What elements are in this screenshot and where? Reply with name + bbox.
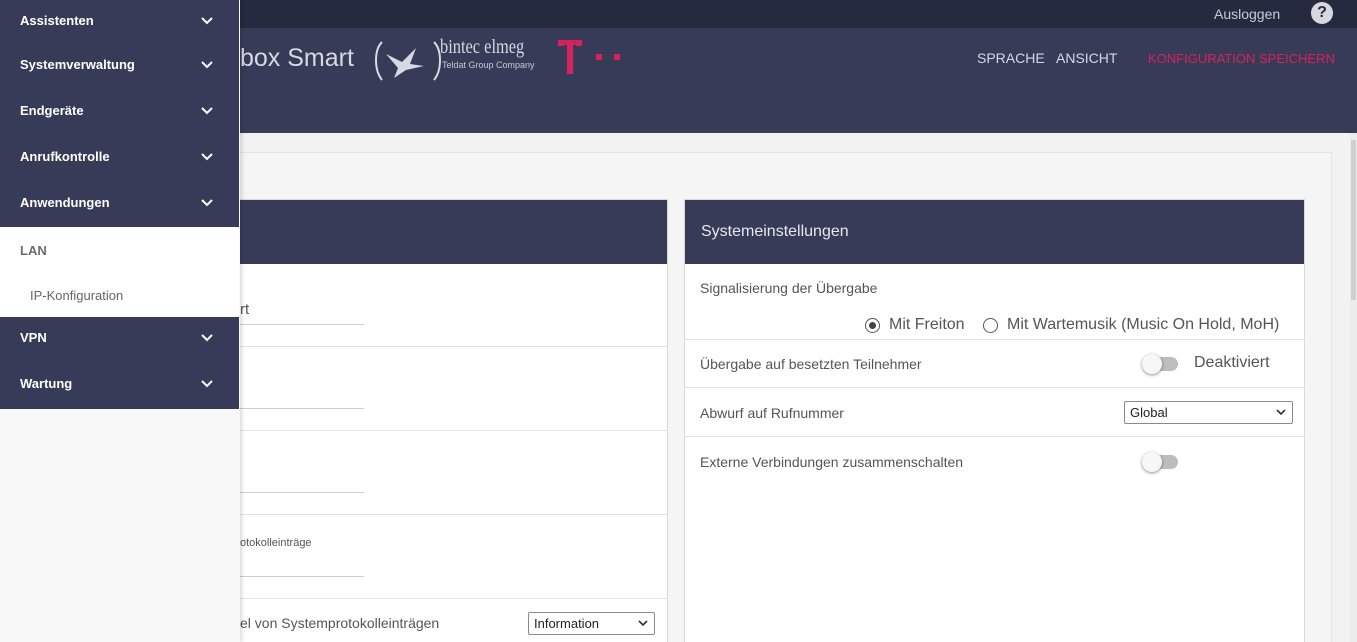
sidebar-item-label: Endgeräte: [20, 103, 84, 118]
bird-logo-icon: [375, 41, 441, 81]
help-icon[interactable]: ?: [1311, 2, 1333, 24]
field-underline: [240, 492, 364, 493]
field-underline: [240, 408, 364, 409]
product-name: box Smart: [240, 44, 354, 72]
chevron-down-icon: [201, 199, 213, 207]
brand-name: bintec elmeg: [440, 36, 525, 58]
save-configuration-button[interactable]: KONFIGURATION SPEICHERN: [1148, 51, 1335, 66]
sidebar-item-endgeraete[interactable]: Endgeräte: [0, 90, 239, 136]
busy-transfer-label: Übergabe auf besetzten Teilnehmer: [700, 356, 922, 372]
radio-wartemusik[interactable]: [983, 318, 998, 333]
chevron-down-icon: [201, 380, 213, 388]
row-divider: [240, 346, 668, 347]
syslog-level-value: Information: [534, 616, 600, 631]
logout-link[interactable]: Ausloggen: [1214, 6, 1280, 22]
sidebar-item-wartung[interactable]: Wartung: [0, 363, 239, 409]
sidebar-section-lan: LAN IP-Konfiguration: [0, 227, 239, 317]
sidebar-section-heading[interactable]: LAN: [20, 243, 47, 258]
sidebar: Assistenten Systemverwaltung Endgeräte A…: [0, 0, 240, 642]
row-divider: [684, 436, 1305, 437]
syslog-level-select[interactable]: Information: [528, 612, 655, 635]
sidebar-item-label: Anwendungen: [20, 195, 110, 210]
row-divider: [240, 514, 668, 515]
radio-freiton-label[interactable]: Mit Freiton: [889, 316, 965, 334]
brand-tagline: Teldat Group Company: [442, 60, 535, 70]
sidebar-item-assistenten[interactable]: Assistenten: [0, 0, 239, 46]
sidebar-item-label: Anrufkontrolle: [20, 149, 110, 164]
radio-freiton[interactable]: [865, 318, 880, 333]
row-divider: [240, 430, 668, 431]
external-connect-toggle[interactable]: [1142, 452, 1180, 472]
view-menu[interactable]: ANSICHT: [1056, 50, 1117, 66]
row-divider: [684, 339, 1305, 340]
language-menu[interactable]: SPRACHE: [977, 50, 1045, 66]
drop-number-label: Abwurf auf Rufnummer: [700, 405, 844, 421]
row-divider: [684, 387, 1305, 388]
busy-transfer-state: Deaktiviert: [1194, 354, 1270, 371]
external-connect-label: Externe Verbindungen zusammenschalten: [700, 454, 964, 470]
sidebar-item-label: Systemverwaltung: [20, 57, 135, 72]
sidebar-item-anrufkontrolle[interactable]: Anrufkontrolle: [0, 136, 239, 182]
sidebar-item-anwendungen[interactable]: Anwendungen: [0, 182, 239, 228]
syslog-level-label-partial: el von Systemprotokolleinträgen: [240, 615, 440, 631]
field-underline: [240, 324, 364, 325]
chevron-down-icon: [1276, 409, 1286, 416]
chevron-down-icon: [201, 107, 213, 115]
bintec-elmeg-logo: bintec elmeg Teldat Group Company: [372, 36, 535, 84]
sidebar-item-label: VPN: [20, 330, 47, 345]
field-underline: [240, 576, 364, 577]
drop-number-value: Global: [1130, 405, 1168, 420]
sidebar-item-ip-konfiguration[interactable]: IP-Konfiguration: [30, 288, 123, 303]
telekom-logo-icon: [558, 40, 628, 76]
chevron-down-icon: [201, 153, 213, 161]
chevron-down-icon: [638, 620, 648, 627]
sidebar-item-systemverwaltung[interactable]: Systemverwaltung: [0, 44, 239, 90]
chevron-down-icon: [201, 61, 213, 69]
chevron-down-icon: [201, 17, 213, 25]
field-value-partial: rt: [240, 301, 250, 318]
sidebar-item-label: Assistenten: [20, 13, 94, 28]
radio-wartemusik-label[interactable]: Mit Wartemusik (Music On Hold, MoH): [1007, 316, 1279, 334]
scrollbar-thumb[interactable]: [1351, 140, 1356, 300]
busy-transfer-toggle[interactable]: [1142, 354, 1180, 374]
system-settings-header: Systemeinstellungen: [685, 200, 1304, 264]
sidebar-item-vpn[interactable]: VPN: [0, 317, 239, 363]
panel-title: Systemeinstellungen: [701, 223, 849, 240]
syslog-entries-label-partial: otokolleinträge: [240, 537, 312, 549]
chevron-down-icon: [201, 334, 213, 342]
row-divider: [240, 598, 668, 599]
sidebar-item-label: Wartung: [20, 376, 73, 391]
transfer-signal-label: Signalisierung der Übergabe: [700, 280, 878, 296]
drop-number-select[interactable]: Global: [1124, 401, 1293, 424]
